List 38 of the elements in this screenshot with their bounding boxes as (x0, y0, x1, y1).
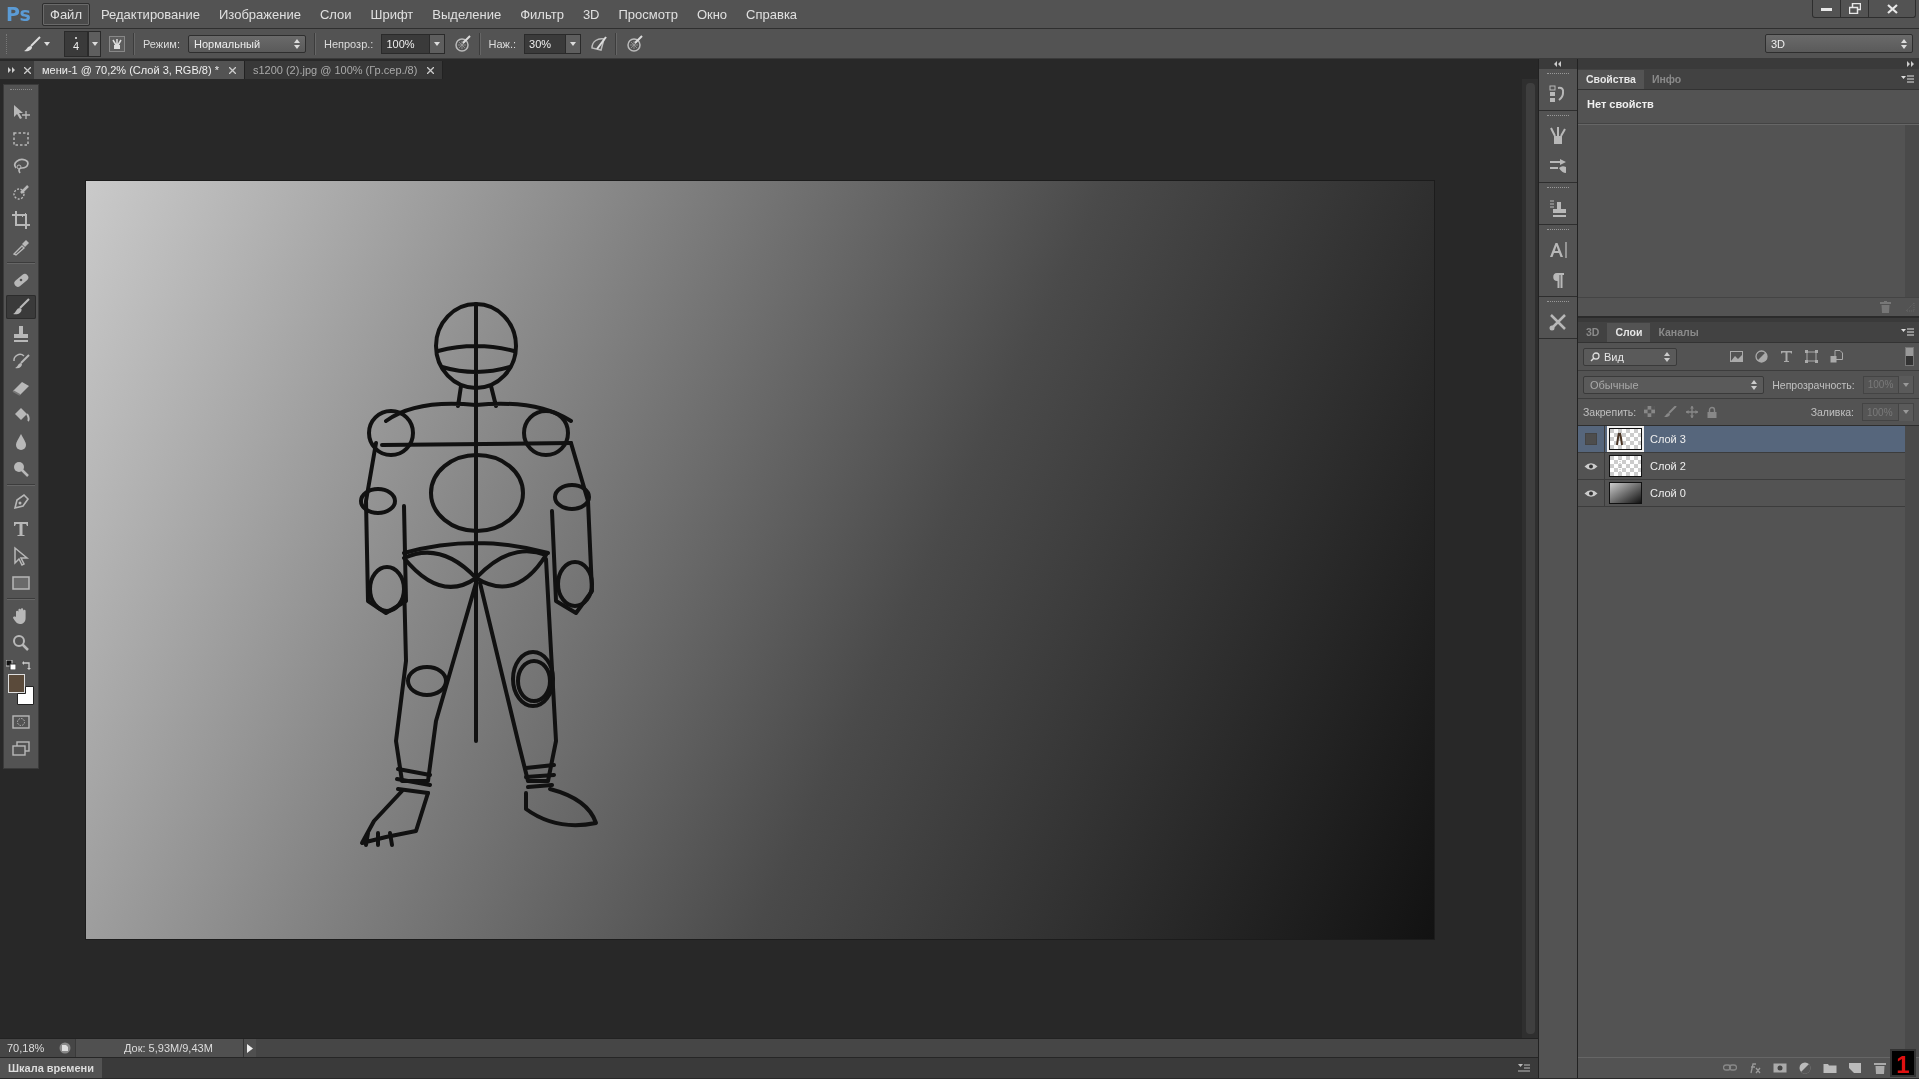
zoom-level: 70,18% (6, 1042, 46, 1054)
layer-row[interactable]: Слой 2 (1578, 453, 1905, 480)
layer-row[interactable]: Слой 0 (1578, 480, 1905, 507)
opacity-field[interactable]: 100% (381, 33, 445, 54)
fill-label: Заливка: (1810, 406, 1854, 418)
menu-item[interactable]: Просмотр (610, 2, 686, 26)
layer-filter-dropdown[interactable]: Вид (1583, 347, 1677, 366)
menu-item[interactable]: Слои (311, 2, 360, 26)
document-tab[interactable]: мени-1 @ 70,2% (Слой 3, RGB/8) * (34, 61, 245, 79)
layer-opacity-label: Непрозрачность: (1772, 378, 1855, 391)
menu-item[interactable]: Редактирование (92, 2, 208, 26)
document-tab[interactable]: s1200 (2).jpg @ 100% (Гр.сер./8) (244, 61, 444, 79)
filter-label: Вид (1604, 350, 1624, 363)
opacity-label: Непрозр.: (324, 37, 374, 50)
panel-tab[interactable]: Слои (1607, 323, 1651, 342)
lock-label: Закрепить: (1583, 406, 1637, 418)
brush-size-picker[interactable]: 4 (64, 30, 88, 57)
menu-item[interactable]: Справка (738, 2, 806, 26)
menu-item[interactable]: Выделение (424, 2, 510, 26)
flow-label: Наж.: (488, 37, 517, 50)
menu-item[interactable]: Изображение (211, 2, 309, 26)
menu-item[interactable]: Файл (42, 2, 90, 26)
mode-label: Режим: (143, 37, 180, 50)
counter-badge: 1 (1890, 1049, 1916, 1077)
layer-blend-mode-dropdown[interactable]: Обычные (1583, 375, 1765, 394)
menu-item[interactable]: Окно (688, 2, 736, 26)
layer-row[interactable]: Слой 3 (1578, 426, 1905, 453)
panel-tab[interactable]: Свойства (1578, 70, 1644, 89)
document-size-info: Док: 5,93M/9,43M (75, 1039, 243, 1057)
menu-item[interactable]: Фильтр (512, 2, 572, 26)
menu-item[interactable]: Шрифт (362, 2, 422, 26)
app-logo: Ps (6, 3, 32, 25)
menu-item[interactable]: 3D (574, 2, 608, 26)
timeline-tab[interactable]: Шкала времени (0, 1058, 102, 1078)
blend-mode-dropdown[interactable]: Нормальный (188, 34, 306, 53)
no-properties-message: Нет свойств (1578, 90, 1919, 124)
workspace-dropdown[interactable]: 3D (1765, 34, 1913, 53)
flow-field[interactable]: 30% (524, 33, 582, 54)
